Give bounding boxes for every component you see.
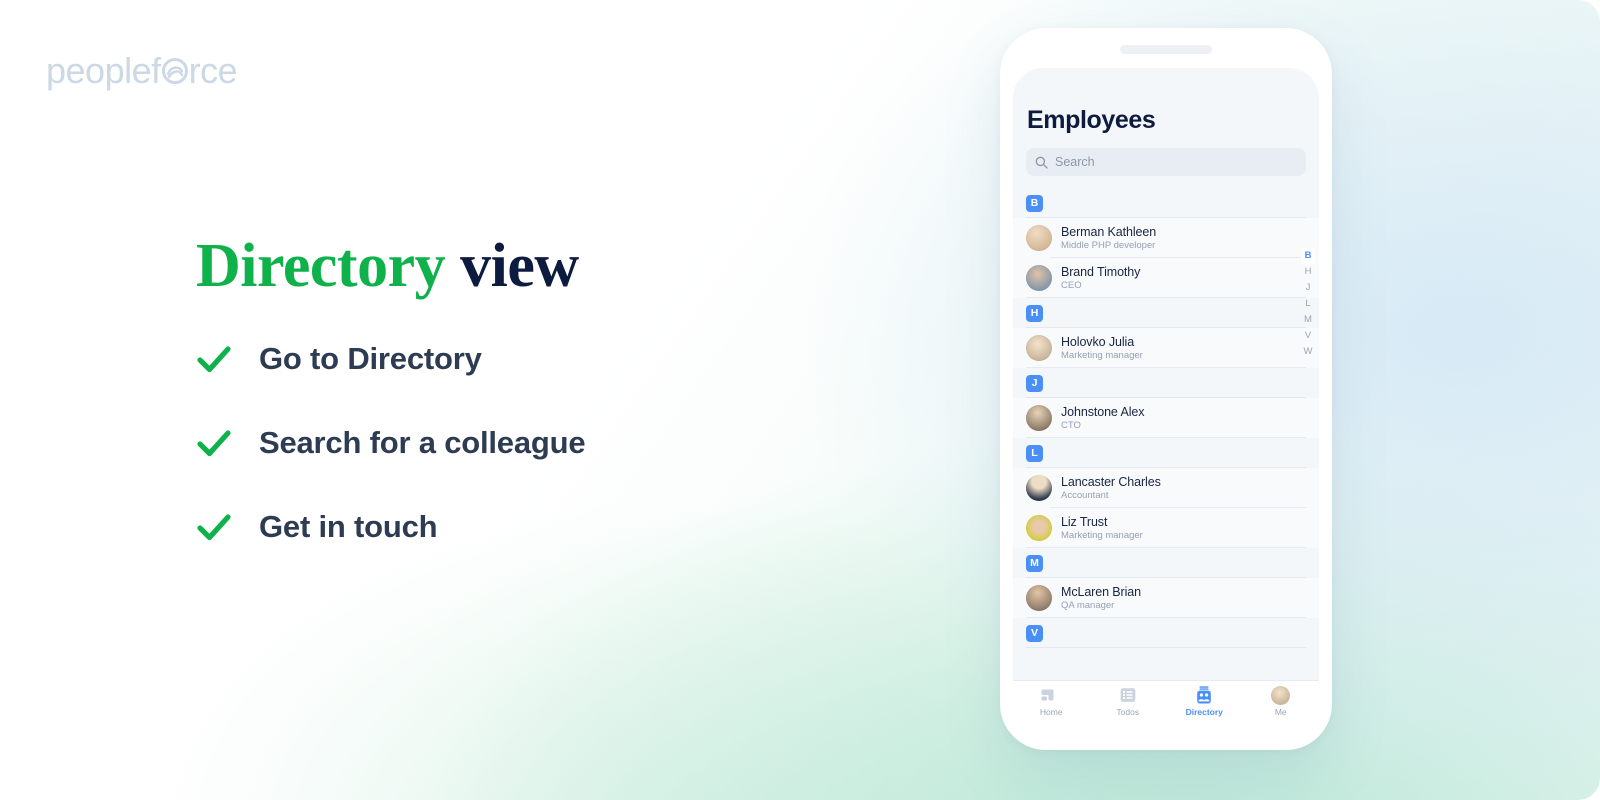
tab-home[interactable]: Home <box>1013 685 1090 717</box>
phone-mockup: Employees Search B Berman Kathleen Middl… <box>1000 28 1332 750</box>
avatar <box>1026 335 1052 361</box>
checklist-item-label: Search for a colleague <box>259 425 586 460</box>
directory-icon <box>1195 685 1213 705</box>
feature-checklist: Go to Directory Search for a colleague G… <box>197 341 586 545</box>
checklist-item-label: Go to Directory <box>259 341 482 376</box>
avatar <box>1026 405 1052 431</box>
employee-role: CTO <box>1061 420 1081 431</box>
section-letter-badge: V <box>1026 624 1043 642</box>
employee-role: QA manager <box>1061 600 1115 611</box>
phone-screen: Employees Search B Berman Kathleen Middl… <box>1013 68 1319 710</box>
list-item[interactable]: McLaren Brian QA manager <box>1013 578 1319 618</box>
section-letter-badge: J <box>1026 374 1043 392</box>
section-letter-badge: L <box>1026 444 1043 462</box>
checklist-item-label: Get in touch <box>259 509 438 544</box>
avatar-icon <box>1271 685 1291 705</box>
employee-name: Brand Timothy <box>1061 265 1141 279</box>
list-item[interactable]: Johnstone Alex CTO <box>1013 398 1319 438</box>
alphabet-index[interactable]: B H J L M V W <box>1300 248 1316 360</box>
employee-name: Lancaster Charles <box>1061 475 1161 489</box>
list-item[interactable]: Lancaster Charles Accountant <box>1013 468 1319 508</box>
employee-name: Holovko Julia <box>1061 335 1135 349</box>
logo-text-after: rce <box>188 50 238 91</box>
home-icon <box>1041 685 1061 705</box>
section-header: V <box>1013 618 1319 648</box>
todos-list-icon <box>1120 685 1136 705</box>
search-input[interactable]: Search <box>1026 148 1306 176</box>
avatar <box>1026 515 1052 541</box>
screen-title: Employees <box>1027 106 1156 134</box>
section-letter-badge: M <box>1026 554 1043 572</box>
employee-role: CEO <box>1061 280 1082 291</box>
alpha-index-letter[interactable]: L <box>1301 296 1315 312</box>
section-letter-badge: B <box>1026 194 1043 212</box>
checklist-item: Go to Directory <box>197 341 585 377</box>
employee-name: McLaren Brian <box>1061 585 1141 599</box>
tab-label: Directory <box>1185 707 1223 717</box>
section-header: M <box>1013 548 1319 578</box>
avatar <box>1026 475 1052 501</box>
tab-label: Me <box>1274 707 1287 717</box>
list-item[interactable]: Berman Kathleen Middle PHP developer <box>1013 218 1319 258</box>
check-icon <box>197 344 231 374</box>
avatar <box>1026 585 1052 611</box>
alpha-index-letter[interactable]: M <box>1301 312 1315 328</box>
tab-directory[interactable]: Directory <box>1166 685 1243 717</box>
headline-highlight: Directory <box>196 232 446 300</box>
section-header: B <box>1013 188 1319 218</box>
tab-todos[interactable]: Todos <box>1090 685 1167 717</box>
alpha-index-letter[interactable]: H <box>1301 264 1315 280</box>
page-title: Directory view <box>196 231 579 302</box>
check-icon <box>197 512 231 542</box>
employee-list[interactable]: B Berman Kathleen Middle PHP developer B… <box>1013 188 1319 710</box>
list-item[interactable]: Brand Timothy CEO <box>1013 258 1319 298</box>
employee-name: Berman Kathleen <box>1061 225 1157 239</box>
alpha-index-letter[interactable]: B <box>1301 248 1315 264</box>
check-icon <box>197 428 231 458</box>
employee-name: Liz Trust <box>1061 515 1108 529</box>
slide-canvas: peoplef rce Directory view Go to Directo… <box>0 0 1600 800</box>
logo-text-before: peoplef <box>46 50 161 91</box>
headline-space <box>445 232 460 300</box>
alpha-index-letter[interactable]: V <box>1301 328 1315 344</box>
tab-me[interactable]: Me <box>1243 685 1320 717</box>
tab-label: Home <box>1039 707 1063 717</box>
phone-speaker <box>1120 45 1212 54</box>
section-header: J <box>1013 368 1319 398</box>
alpha-index-letter[interactable]: W <box>1301 344 1315 360</box>
peopleforce-logo: peoplef rce <box>46 50 238 92</box>
employee-role: Accountant <box>1061 490 1109 501</box>
list-item[interactable]: Holovko Julia Marketing manager <box>1013 328 1319 368</box>
swirl-o-icon <box>161 58 188 84</box>
avatar <box>1026 225 1052 251</box>
alpha-index-letter[interactable]: J <box>1301 280 1315 296</box>
employee-role: Marketing manager <box>1061 530 1143 541</box>
employee-role: Middle PHP developer <box>1061 240 1156 251</box>
employee-role: Marketing manager <box>1061 350 1143 361</box>
section-header: L <box>1013 438 1319 468</box>
checklist-item: Get in touch <box>197 509 585 545</box>
section-letter-badge: H <box>1026 304 1043 322</box>
checklist-item: Search for a colleague <box>197 425 586 461</box>
tab-label: Todos <box>1116 707 1140 717</box>
search-placeholder: Search <box>1055 155 1095 169</box>
list-item[interactable]: Liz Trust Marketing manager <box>1013 508 1319 548</box>
section-header: H <box>1013 298 1319 328</box>
bottom-tab-bar: Home Todos Directory Me <box>1013 680 1319 728</box>
employee-name: Johnstone Alex <box>1061 405 1145 419</box>
avatar <box>1026 265 1052 291</box>
search-icon <box>1035 156 1048 169</box>
headline-rest: view <box>460 232 579 300</box>
